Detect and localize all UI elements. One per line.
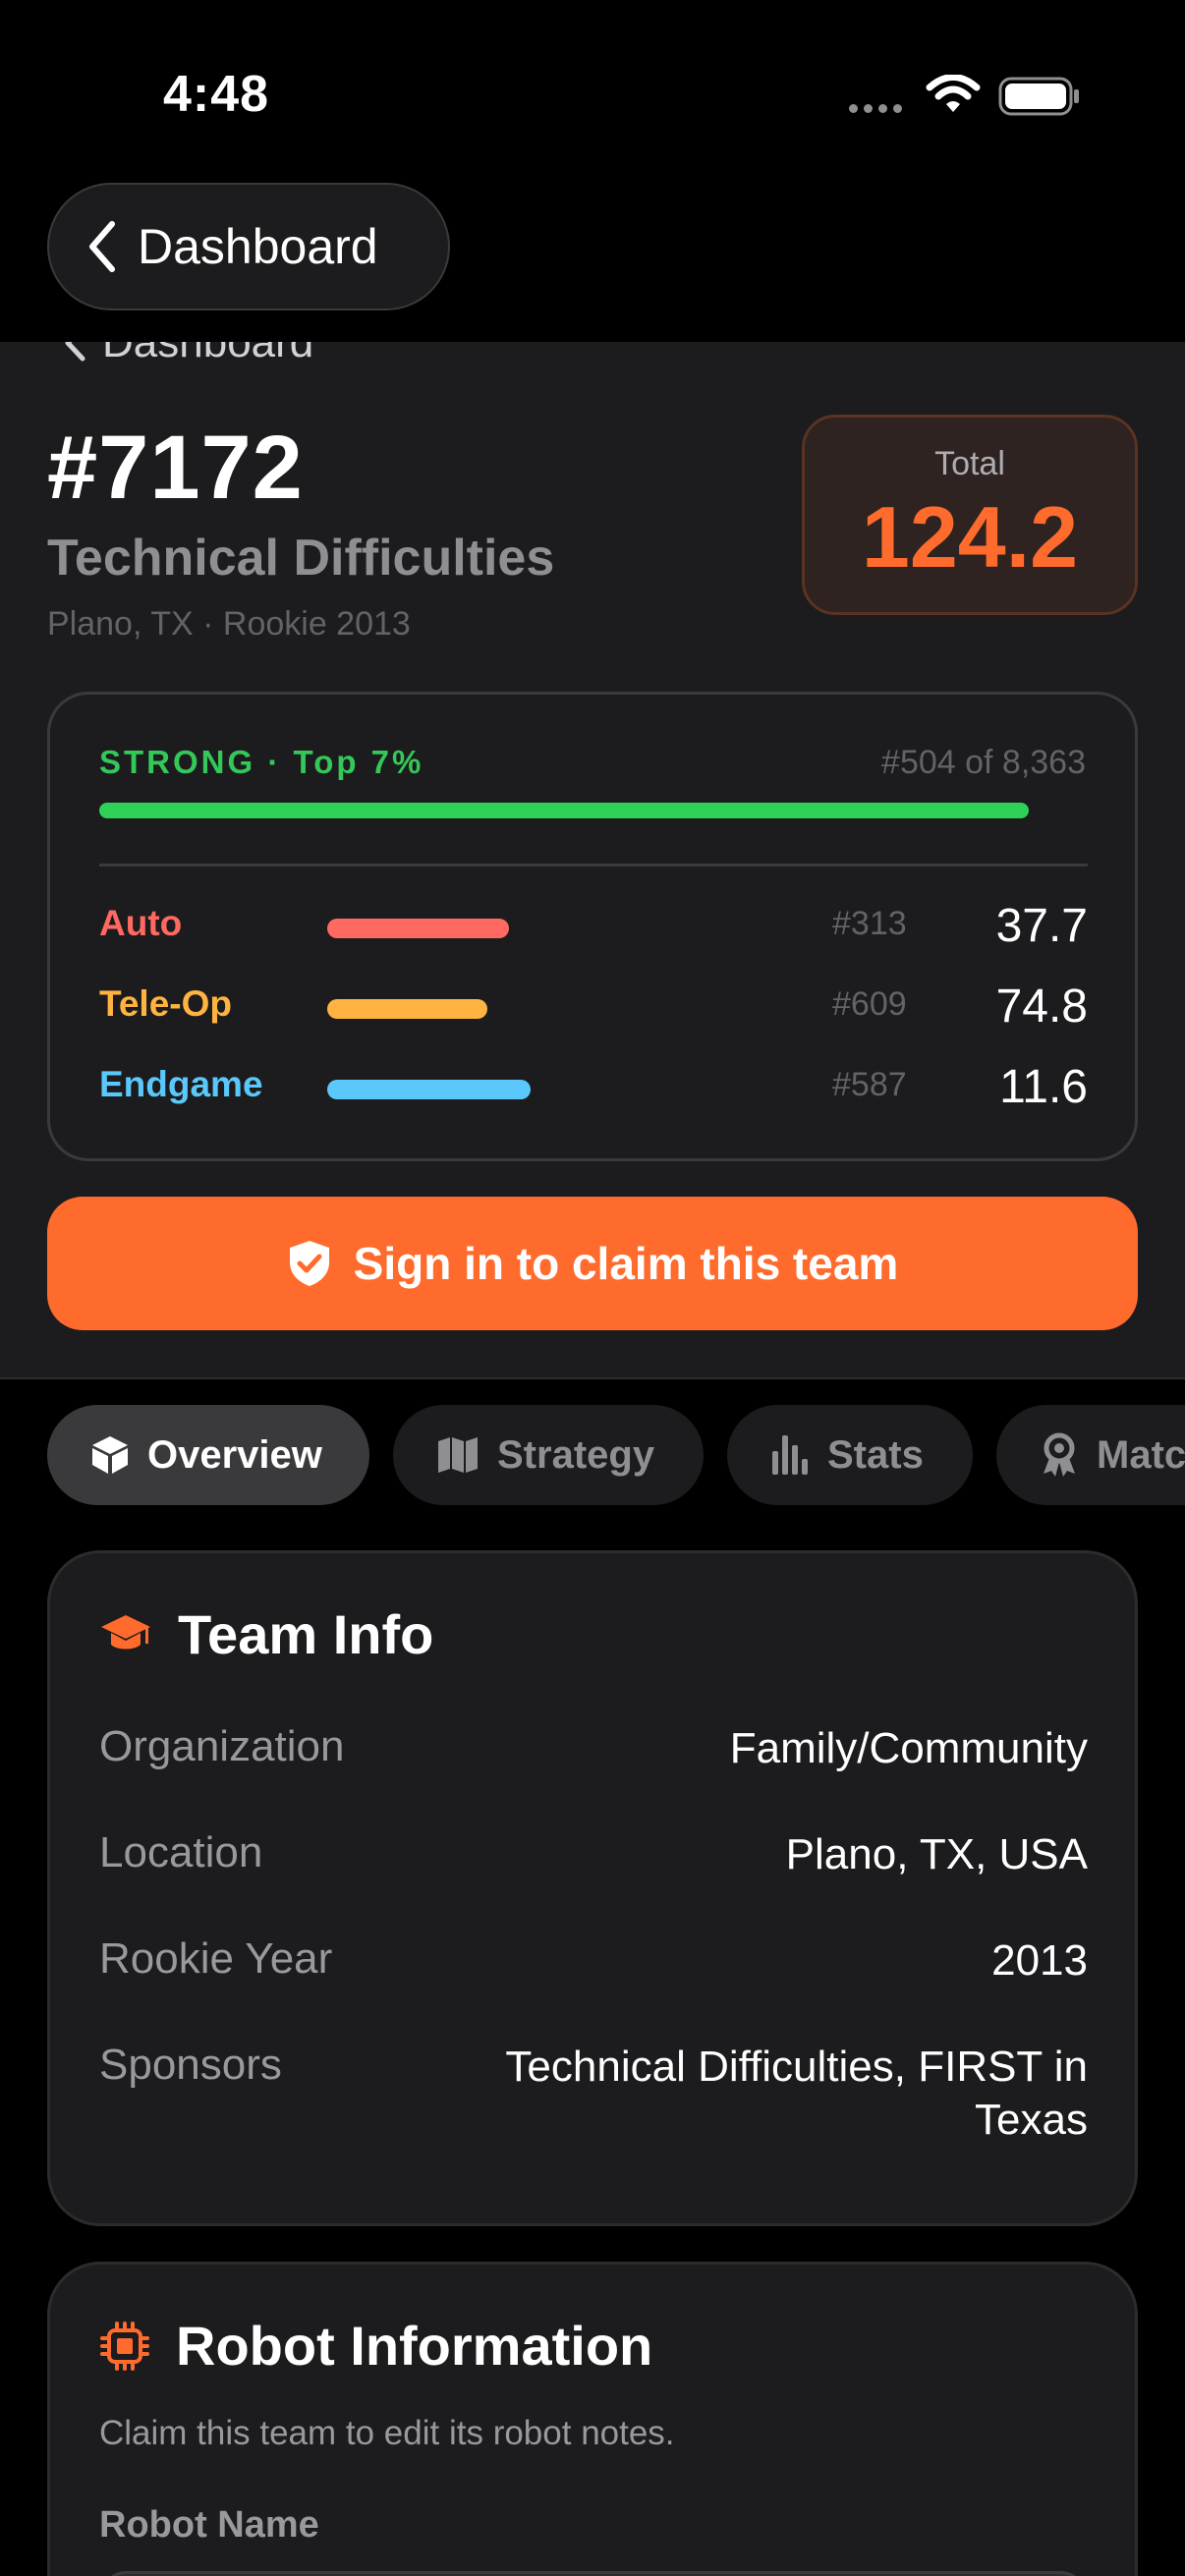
graduation-cap-icon: [101, 1614, 150, 1649]
chevron-left-icon: [89, 221, 115, 272]
signal-dots-icon: [849, 104, 902, 113]
team-info-title: Team Info: [178, 1603, 434, 1665]
tier-label: STRONG · Top 7%: [99, 744, 424, 780]
team-info-card: Team Info Organization Family/Community …: [47, 1550, 1138, 2226]
phase-bar-track: [327, 999, 760, 1019]
info-label: Organization: [99, 1722, 345, 1770]
phase-rank: #609: [832, 985, 907, 1023]
chevron-left-icon: [65, 342, 85, 362]
team-name: Technical Difficulties: [47, 530, 555, 587]
phase-bar-track: [327, 919, 760, 938]
chip-icon: [100, 2321, 149, 2371]
phase-row-teleop: Tele-Op #609 74.8: [99, 978, 1088, 1036]
section-tabs: Overview Strategy Stats Matc: [0, 1379, 1185, 1556]
info-value: 2013: [991, 1936, 1088, 1985]
tab-matches[interactable]: Matc: [996, 1405, 1185, 1505]
divider: [99, 864, 1088, 867]
back-button-label: Dashboard: [138, 219, 378, 274]
claim-team-button[interactable]: Sign in to claim this team: [47, 1197, 1138, 1330]
phase-rank: #313: [832, 905, 907, 942]
phase-row-auto: Auto #313 37.7: [99, 897, 1088, 956]
phase-name: Endgame: [99, 1064, 263, 1104]
tab-strategy[interactable]: Strategy: [393, 1405, 704, 1505]
wifi-icon: [926, 75, 981, 112]
tab-stats[interactable]: Stats: [727, 1405, 973, 1505]
phase-value: 11.6: [999, 1061, 1088, 1113]
status-bar: 4:48: [0, 0, 1185, 187]
overall-progress-fill: [99, 803, 1029, 818]
status-time: 4:48: [163, 66, 270, 123]
tab-label: Stats: [827, 1432, 924, 1477]
robot-info-subtitle: Claim this team to edit its robot notes.: [99, 2414, 675, 2452]
back-button[interactable]: Dashboard: [47, 183, 450, 310]
robot-name-label: Robot Name: [99, 2504, 319, 2546]
info-value: Technical Difficulties, FIRST in Texas: [505, 2043, 1088, 2144]
tab-label: Strategy: [497, 1432, 655, 1477]
info-label: Rookie Year: [99, 1934, 333, 1983]
tab-overview[interactable]: Overview: [47, 1405, 369, 1505]
bar-chart-icon: [772, 1435, 808, 1475]
tab-label: Overview: [147, 1432, 322, 1477]
total-score-box: Total 124.2: [802, 415, 1138, 615]
shield-check-icon: [289, 1241, 329, 1286]
robot-info-card: Robot Information Claim this team to edi…: [47, 2262, 1138, 2576]
team-header: Dashboard #7172 Technical Difficulties P…: [0, 342, 1185, 1379]
phase-bar-fill: [327, 919, 509, 938]
robot-info-title: Robot Information: [176, 2315, 653, 2377]
overall-progress-track: [99, 803, 1088, 818]
info-label: Location: [99, 1828, 263, 1876]
phase-value: 74.8: [995, 980, 1088, 1033]
phase-bar-fill: [327, 999, 487, 1019]
total-value: 124.2: [861, 488, 1079, 586]
info-value: Plano, TX, USA: [785, 1830, 1088, 1878]
team-number: #7172: [47, 418, 304, 518]
phase-bar-fill: [327, 1080, 531, 1099]
team-meta: Plano, TX · Rookie 2013: [47, 605, 411, 643]
tab-label: Matc: [1097, 1432, 1185, 1477]
large-title-back[interactable]: Dashboard: [63, 342, 313, 367]
claim-button-label: Sign in to claim this team: [353, 1238, 899, 1289]
robot-info-header: Robot Information: [99, 2314, 652, 2378]
phase-name: Auto: [99, 903, 183, 943]
map-icon: [438, 1437, 478, 1473]
team-info-header: Team Info: [99, 1602, 433, 1666]
cube-icon: [92, 1436, 128, 1474]
phase-bar-track: [327, 1080, 760, 1099]
total-label: Total: [934, 445, 1005, 482]
phase-rank: #587: [832, 1066, 907, 1103]
phase-name: Tele-Op: [99, 983, 232, 1024]
phase-row-endgame: Endgame #587 11.6: [99, 1058, 1088, 1117]
ghost-back-label: Dashboard: [102, 342, 314, 366]
ranking-card: STRONG · Top 7% #504 of 8,363 Auto #313 …: [47, 692, 1138, 1161]
overall-rank: #504 of 8,363: [881, 744, 1086, 781]
phase-value: 37.7: [995, 900, 1088, 952]
award-icon: [1044, 1432, 1075, 1477]
info-label: Sponsors: [99, 2041, 282, 2089]
info-value: Family/Community: [729, 1724, 1088, 1772]
robot-name-field[interactable]: [99, 2571, 1088, 2576]
battery-icon: [998, 77, 1079, 116]
